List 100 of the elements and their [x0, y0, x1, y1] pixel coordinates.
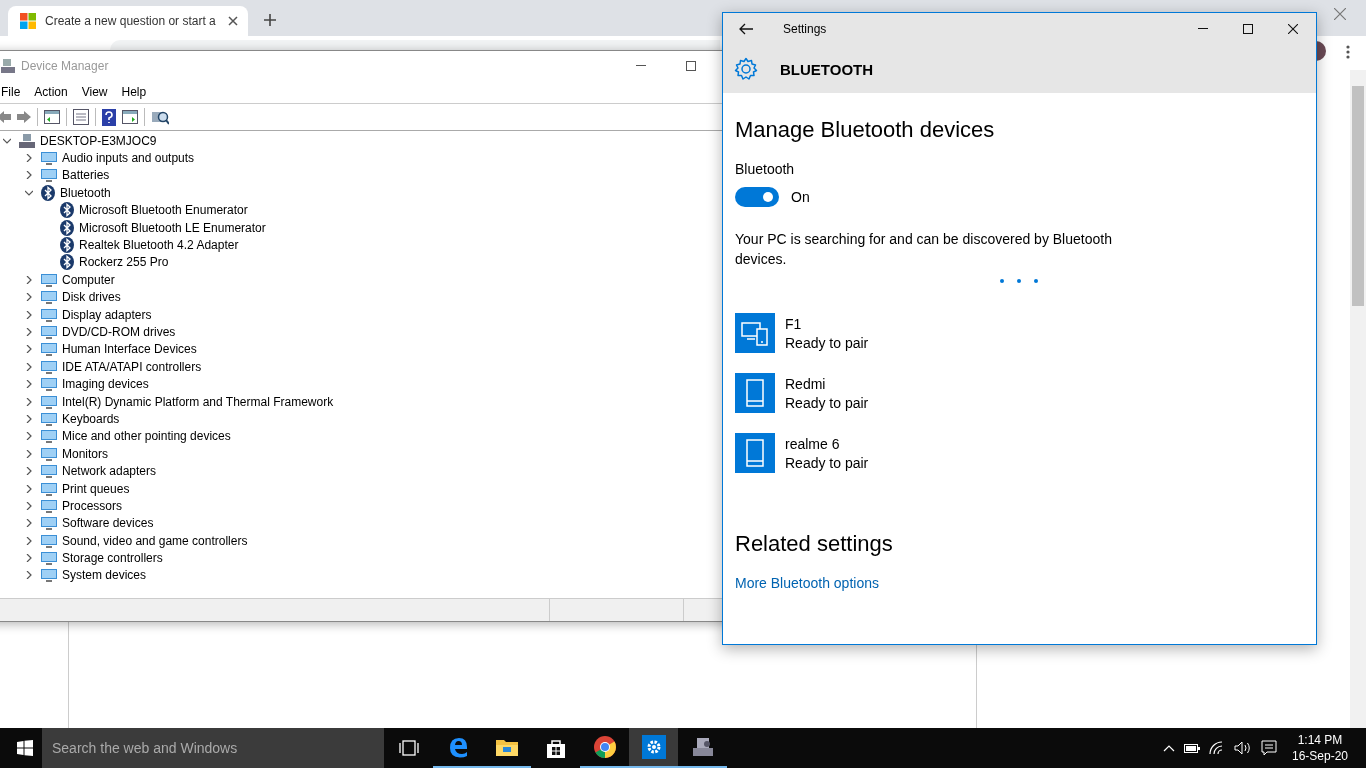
help-icon[interactable]: [102, 108, 116, 126]
browser-tab[interactable]: Create a new question or start a: [8, 6, 248, 36]
chevron-icon[interactable]: [25, 154, 33, 163]
menu-icon[interactable]: [1346, 45, 1350, 59]
minimize-icon[interactable]: [636, 65, 646, 67]
gear-icon: [641, 735, 666, 759]
minimize-icon[interactable]: [1198, 28, 1208, 30]
wifi-icon[interactable]: [1208, 741, 1225, 755]
chevron-icon[interactable]: [25, 501, 33, 510]
tree-item[interactable]: Imaging devices: [62, 377, 149, 392]
scroll-thumb[interactable]: [1352, 86, 1364, 306]
device-icon: [41, 272, 57, 287]
tree-item[interactable]: Microsoft Bluetooth LE Enumerator: [79, 220, 266, 235]
chevron-icon[interactable]: [25, 328, 33, 336]
maximize-icon[interactable]: [1243, 24, 1253, 34]
device-icon: [41, 516, 57, 531]
back-arrow-icon[interactable]: [739, 23, 753, 35]
taskbar-app[interactable]: [629, 728, 678, 768]
clock-date[interactable]: 16-Sep-20: [1291, 749, 1348, 763]
chevron-icon[interactable]: [25, 362, 33, 371]
windows-logo-icon: [20, 13, 36, 29]
tree-item[interactable]: Processors: [62, 498, 123, 513]
tree-item[interactable]: Software devices: [62, 516, 154, 531]
chevron-icon[interactable]: [25, 467, 33, 476]
chevron-icon[interactable]: [25, 345, 33, 354]
chevron-icon[interactable]: [25, 293, 33, 302]
chevron-up-icon[interactable]: [1162, 744, 1175, 752]
chevron-icon[interactable]: [25, 571, 33, 580]
chevron-icon[interactable]: [25, 519, 33, 528]
device-icon: [41, 151, 57, 166]
phone-icon: [735, 433, 775, 473]
tree-item[interactable]: Microsoft Bluetooth Enumerator: [79, 203, 248, 218]
tree-item[interactable]: Disk drives: [62, 290, 121, 305]
tree-item[interactable]: Monitors: [62, 446, 108, 461]
chevron-icon[interactable]: [25, 188, 33, 197]
menu-item[interactable]: View: [74, 85, 115, 99]
device-item[interactable]: Redmi Ready to pair: [735, 373, 1304, 413]
scrollbar[interactable]: [1350, 70, 1366, 728]
properties-icon[interactable]: [73, 109, 89, 125]
close-icon[interactable]: [1288, 24, 1298, 34]
device-name: realme 6: [785, 435, 841, 452]
menu-item[interactable]: Action: [27, 85, 75, 99]
chevron-icon[interactable]: [25, 536, 33, 545]
chevron-icon[interactable]: [25, 275, 33, 284]
tree-item[interactable]: System devices: [62, 568, 147, 583]
chevron-icon[interactable]: [25, 397, 33, 406]
chevron-icon[interactable]: [25, 449, 33, 458]
device-status: Ready to pair: [785, 454, 869, 471]
tree-item[interactable]: Mice and other pointing devices: [62, 429, 231, 444]
chrome-icon: [593, 736, 616, 758]
chevron-icon[interactable]: [25, 310, 33, 319]
chevron-icon[interactable]: [3, 136, 11, 145]
tree-item[interactable]: Rockerz 255 Pro: [79, 255, 169, 270]
notifications-icon[interactable]: [1260, 740, 1277, 756]
section-heading: Related settings: [735, 531, 894, 557]
device-icon: [41, 325, 57, 339]
chevron-icon[interactable]: [25, 380, 33, 389]
chevron-icon[interactable]: [25, 414, 33, 423]
menu-item[interactable]: File: [1, 85, 28, 99]
tree-item[interactable]: DVD/CD-ROM drives: [62, 325, 176, 339]
bluetooth-toggle[interactable]: [735, 187, 779, 207]
tree-item[interactable]: Sound, video and game controllers: [62, 533, 248, 548]
tree-item[interactable]: Batteries: [62, 168, 110, 183]
chevron-icon[interactable]: [25, 432, 33, 441]
tree-item[interactable]: Keyboards: [62, 411, 120, 426]
chevron-icon[interactable]: [25, 171, 33, 180]
forward-arrow-icon[interactable]: [17, 110, 31, 124]
battery-icon[interactable]: [1183, 743, 1200, 753]
device-icon: [41, 377, 57, 392]
tree-item[interactable]: Bluetooth: [60, 185, 111, 200]
device-item[interactable]: realme 6 Ready to pair: [735, 433, 1304, 473]
tree-item[interactable]: Display adapters: [62, 307, 152, 322]
bluetooth-options-link[interactable]: More Bluetooth options: [735, 575, 879, 591]
tree-item[interactable]: Storage controllers: [62, 551, 163, 566]
device-item[interactable]: F1 Ready to pair: [735, 313, 1304, 353]
tree-item[interactable]: Human Interface Devices: [62, 342, 197, 357]
tree-item[interactable]: DESKTOP-E3MJOC9: [40, 133, 157, 148]
tree-item[interactable]: Computer: [62, 272, 115, 287]
search-field[interactable]: Search the web and Windows: [42, 728, 384, 768]
tree-item[interactable]: Network adapters: [62, 464, 157, 479]
speaker-icon[interactable]: [1233, 741, 1252, 755]
panel-icon[interactable]: [44, 110, 60, 124]
close-icon[interactable]: [228, 16, 238, 26]
chevron-icon[interactable]: [25, 554, 33, 563]
tree-item[interactable]: IDE ATA/ATAPI controllers: [62, 359, 202, 374]
device-icon: [41, 568, 57, 583]
windows-start-icon[interactable]: [17, 740, 33, 756]
device-icon: [41, 307, 57, 322]
tree-item[interactable]: Print queues: [62, 481, 130, 496]
scan-hardware-icon[interactable]: [151, 109, 169, 125]
new-tab-icon[interactable]: [264, 14, 276, 26]
tree-item[interactable]: Audio inputs and outputs: [62, 151, 195, 166]
menu-item[interactable]: Help: [114, 85, 154, 99]
tree-item[interactable]: Realtek Bluetooth 4.2 Adapter: [79, 238, 239, 253]
device-icon: [41, 551, 57, 566]
panel-icon[interactable]: [122, 110, 138, 124]
tree-item[interactable]: Intel(R) Dynamic Platform and Thermal Framework: [62, 394, 334, 409]
chevron-icon[interactable]: [25, 484, 33, 493]
maximize-icon[interactable]: [686, 61, 696, 71]
clock-time[interactable]: 1:14 PM: [1297, 733, 1343, 747]
